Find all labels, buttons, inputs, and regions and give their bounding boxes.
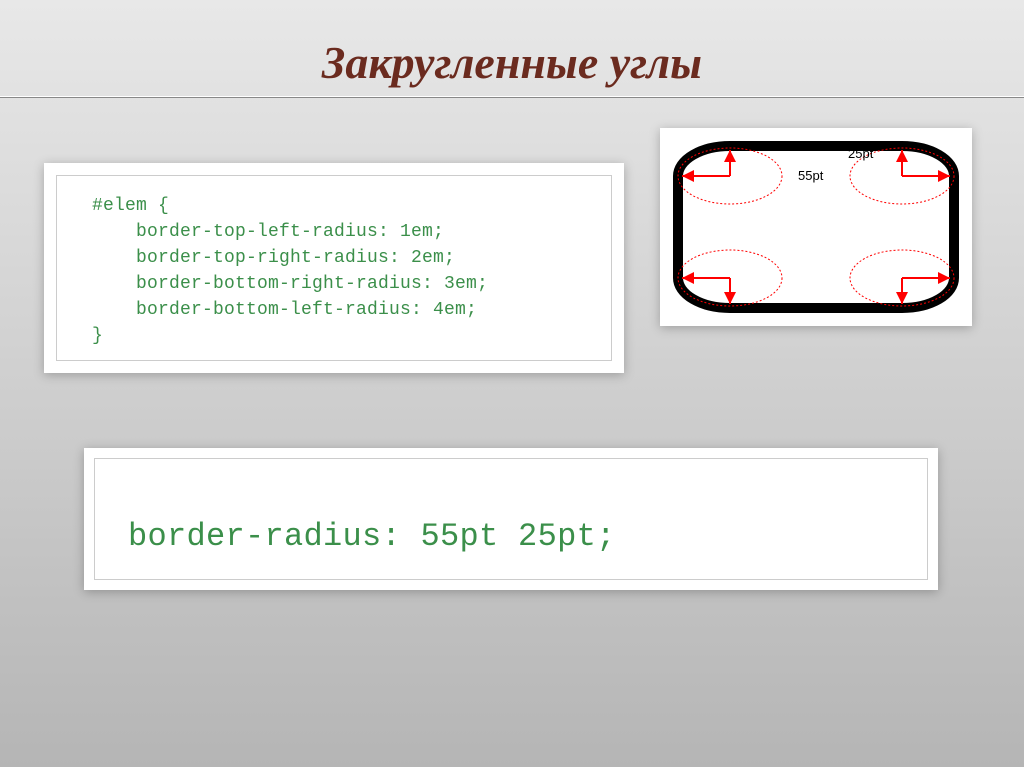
code-text-shorthand: border-radius: 55pt 25pt;: [128, 518, 616, 555]
slide: Закругленные углы #elem { border-top-lef…: [0, 0, 1024, 767]
code-text-detailed: #elem { border-top-left-radius: 1em; bor…: [92, 193, 488, 350]
diagram-svg: [668, 136, 964, 318]
title-underline: [0, 96, 1024, 98]
code-block-shorthand: border-radius: 55pt 25pt;: [84, 448, 938, 590]
slide-title: Закругленные углы: [0, 36, 1024, 89]
diagram-label-horizontal: 55pt: [798, 168, 823, 183]
border-radius-diagram: 25pt 55pt: [660, 128, 972, 326]
diagram-inner: 25pt 55pt: [668, 136, 964, 318]
diagram-label-vertical: 25pt: [848, 146, 873, 161]
code-block-detailed: #elem { border-top-left-radius: 1em; bor…: [44, 163, 624, 373]
